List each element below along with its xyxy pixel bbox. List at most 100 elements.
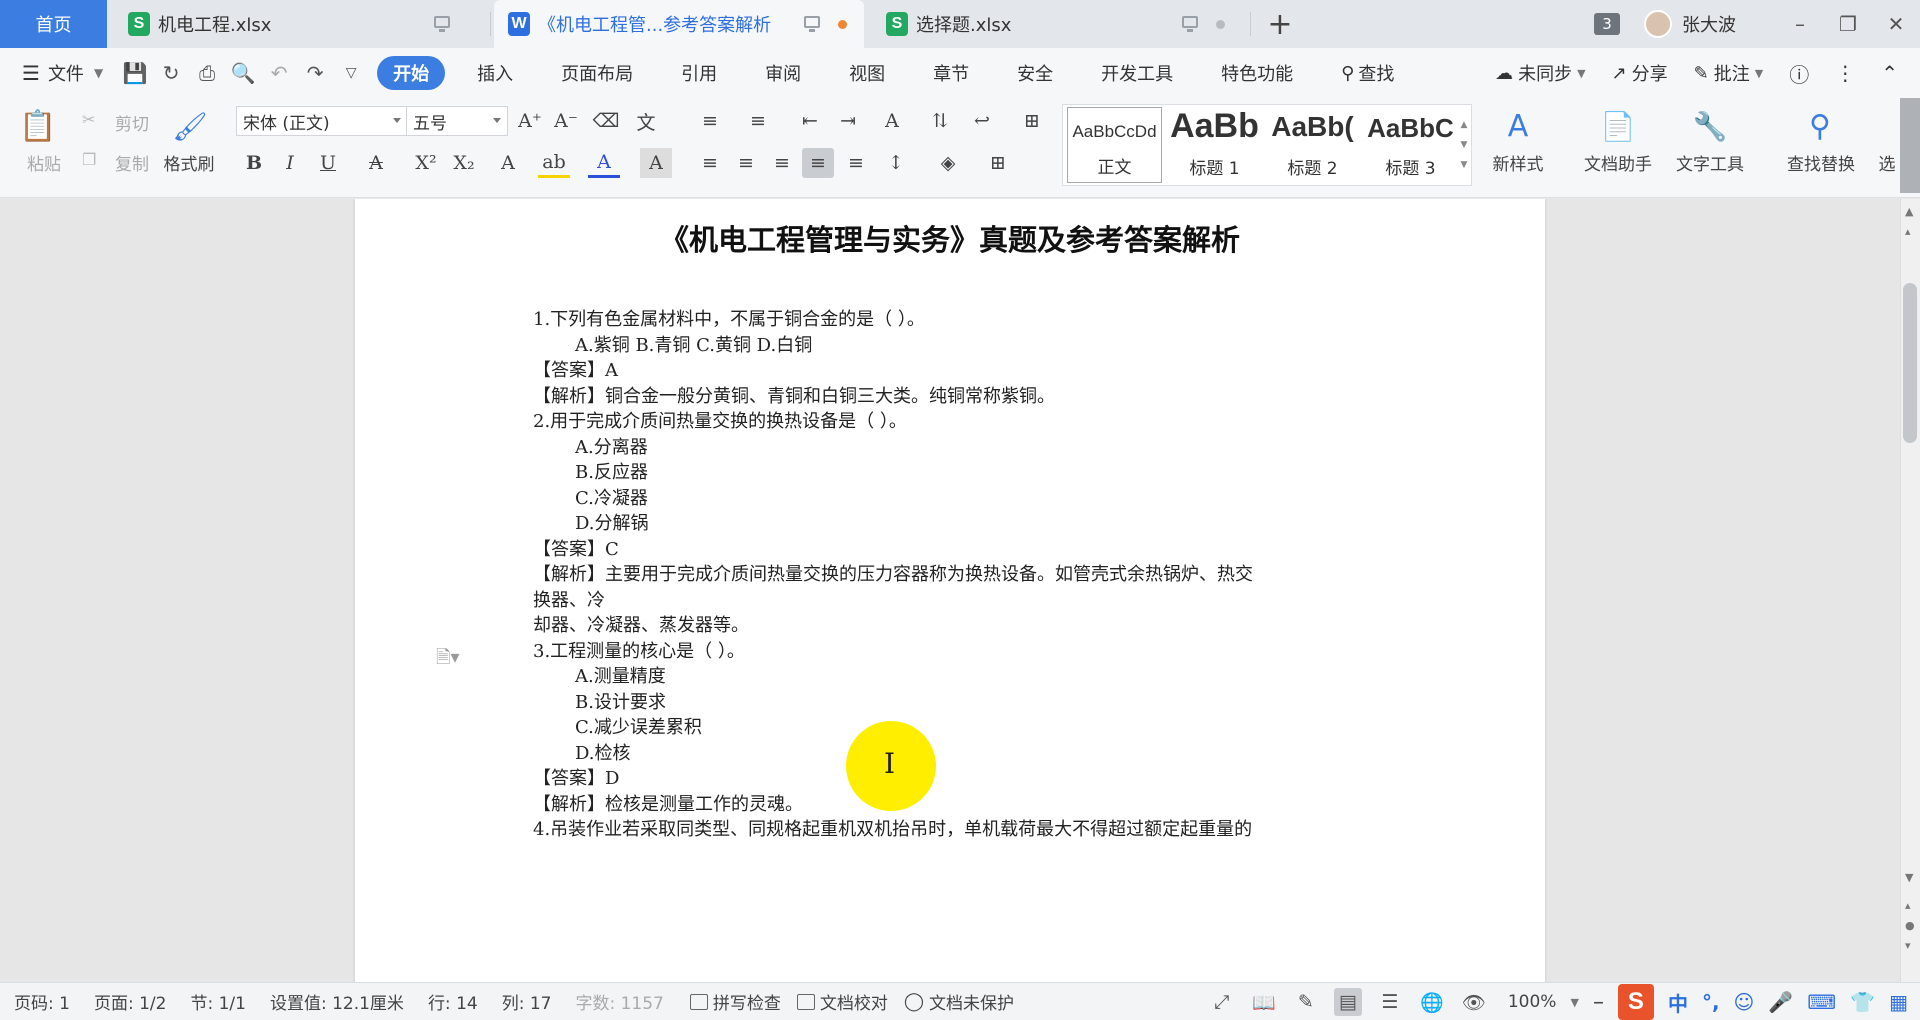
subscript-icon[interactable]: X₂ <box>448 148 480 178</box>
prev-page-icon[interactable]: ▴ <box>1905 899 1911 912</box>
sort-icon[interactable]: ⇅ <box>924 106 956 136</box>
search-command[interactable]: ⚲ 查找 <box>1317 56 1418 90</box>
spell-check-button[interactable]: 拼写检查 <box>689 989 781 1014</box>
zoom-level[interactable]: 100% <box>1508 992 1557 1012</box>
tab-active-document[interactable]: W 《机电工程管...参考答案解析 <box>494 0 864 48</box>
align-center-icon[interactable]: ≡ <box>730 148 762 178</box>
style-heading-2[interactable]: AaBb( 标题 2 <box>1265 107 1360 183</box>
strikethrough-icon[interactable]: A <box>360 148 392 178</box>
paste-label[interactable]: 粘贴 <box>14 150 74 175</box>
monitor-icon[interactable] <box>804 16 820 32</box>
share-button[interactable]: ↗ 分享 <box>1612 60 1668 86</box>
phonetic-icon[interactable]: 文 <box>630 106 662 136</box>
font-size-select[interactable]: 五号 <box>406 106 508 136</box>
page-count[interactable]: 页面: 1/2 <box>94 989 167 1014</box>
line-spacing-icon[interactable]: ↕ <box>880 148 912 178</box>
comment-button[interactable]: ✎ 批注 ▼ <box>1694 60 1764 86</box>
copy-label[interactable]: 复制 <box>108 150 156 175</box>
monitor-icon[interactable] <box>434 16 450 32</box>
toolbox-icon[interactable]: ▦ <box>1889 990 1908 1014</box>
read-mode-icon[interactable]: 📖 <box>1250 988 1278 1016</box>
align-right-icon[interactable]: ≡ <box>766 148 798 178</box>
avatar[interactable] <box>1644 10 1672 38</box>
scroll-down-icon[interactable]: ▼ <box>1905 871 1913 884</box>
help-icon[interactable]: ⓘ <box>1789 59 1809 88</box>
ime-emoji-icon[interactable]: ☺ <box>1734 990 1755 1014</box>
close-dot-icon[interactable] <box>1216 20 1225 29</box>
new-style-label[interactable]: 新样式 <box>1480 150 1556 175</box>
text-tools-label[interactable]: 文字工具 <box>1666 150 1754 175</box>
tab-xlsx-jidian[interactable]: S 机电工程.xlsx <box>110 0 490 48</box>
scissors-icon[interactable]: ✂ <box>82 110 95 129</box>
menu-start[interactable]: 开始 <box>377 56 446 90</box>
select-browse-icon[interactable]: ● <box>1905 919 1915 932</box>
menu-insert[interactable]: 插入 <box>453 56 537 90</box>
numbered-list-icon[interactable]: ≡ <box>742 106 774 136</box>
format-painter-icon[interactable]: 🖌 <box>172 106 208 146</box>
skin-icon[interactable]: 👕 <box>1850 990 1875 1014</box>
distributed-icon[interactable]: ≡ <box>840 148 872 178</box>
menu-review[interactable]: 审阅 <box>741 56 825 90</box>
clear-format-icon[interactable]: ⌫ <box>590 106 622 136</box>
close-icon[interactable]: ✕ <box>1872 0 1920 48</box>
increase-indent-icon[interactable]: ⇥ <box>832 106 864 136</box>
tab-home[interactable]: 首页 <box>0 0 107 48</box>
undo-icon[interactable]: ↶ <box>264 58 294 88</box>
bullet-list-icon[interactable]: ≡ <box>694 106 726 136</box>
cut-label[interactable]: 剪切 <box>108 110 156 135</box>
gallery-scroll-icon[interactable]: ▲ ▼ ▼ <box>1457 107 1471 183</box>
menu-view[interactable]: 视图 <box>825 56 909 90</box>
copy-icon[interactable]: ❐ <box>82 150 96 169</box>
zoom-chevron-icon[interactable]: ▼ <box>1570 996 1578 1009</box>
keyboard-icon[interactable]: ⌨ <box>1807 990 1836 1014</box>
protect-button[interactable]: ◯ 文档未保护 <box>904 989 1014 1014</box>
format-painter-label[interactable]: 格式刷 <box>158 150 220 175</box>
new-tab-plus-icon[interactable]: + <box>1262 6 1298 42</box>
paste-icon[interactable]: 📋 <box>18 106 58 146</box>
page-number[interactable]: 页码: 1 <box>14 989 70 1014</box>
style-heading-1[interactable]: AaBb 标题 1 <box>1167 107 1262 183</box>
row-info[interactable]: 行: 14 <box>428 989 478 1014</box>
fullscreen-icon[interactable]: ⤢ <box>1208 988 1236 1016</box>
ime-chinese-icon[interactable]: 中 <box>1668 988 1688 1017</box>
style-normal[interactable]: AaBbCcDd 正文 <box>1067 107 1162 183</box>
shading-icon[interactable]: ◈ <box>932 148 964 178</box>
justify-icon[interactable]: ≡ <box>802 148 834 178</box>
save-icon[interactable]: 💾 <box>120 58 150 88</box>
italic-icon[interactable]: I <box>274 148 306 178</box>
wrench-icon[interactable]: 🔧 <box>1692 106 1728 146</box>
monitor-icon[interactable] <box>1182 16 1198 32</box>
grow-font-icon[interactable]: A⁺ <box>514 106 546 136</box>
scroll-thumb[interactable] <box>1903 283 1917 443</box>
zoom-out-icon[interactable]: – <box>1593 990 1604 1015</box>
collapse-ribbon-icon[interactable]: ⌃ <box>1881 61 1898 85</box>
font-name-select[interactable]: 宋体 (正文) <box>236 106 408 136</box>
menu-chapter[interactable]: 章节 <box>909 56 993 90</box>
print-preview-icon[interactable]: 🔍 <box>228 58 258 88</box>
superscript-icon[interactable]: X² <box>410 148 442 178</box>
text-effect-icon[interactable]: A <box>492 148 524 178</box>
more-icon[interactable]: ⋮ <box>1835 61 1855 85</box>
style-heading-3[interactable]: AaBbC 标题 3 <box>1363 107 1458 183</box>
font-color-icon[interactable]: A <box>588 148 620 178</box>
select-label[interactable]: 选 <box>1876 150 1898 175</box>
position-setting[interactable]: 设置值: 12.1厘米 <box>270 989 404 1014</box>
next-page-icon[interactable]: ▾ <box>1905 939 1911 952</box>
pen-icon[interactable]: ✎ <box>1292 988 1320 1016</box>
word-count[interactable]: 字数: 1157 <box>575 989 663 1014</box>
eye-protect-icon[interactable]: 👁 <box>1460 988 1488 1016</box>
paragraph-handle-icon[interactable]: 🗎▾ <box>436 645 460 675</box>
line-break-icon[interactable]: ↩ <box>966 106 998 136</box>
decrease-indent-icon[interactable]: ⇤ <box>794 106 826 136</box>
bold-icon[interactable]: B <box>238 148 270 178</box>
magnifier-icon[interactable]: ⚲ <box>1802 106 1838 146</box>
menu-page-layout[interactable]: 页面布局 <box>537 56 657 90</box>
menu-features[interactable]: 特色功能 <box>1197 56 1317 90</box>
section-info[interactable]: 节: 1/1 <box>190 989 246 1014</box>
redo-icon[interactable]: ↷ <box>300 58 330 88</box>
restore-icon[interactable]: ❐ <box>1824 0 1872 48</box>
print-icon[interactable]: ⎙ <box>192 58 222 88</box>
scroll-up-icon[interactable]: ▴ <box>1905 225 1911 238</box>
underline-icon[interactable]: U <box>312 148 344 178</box>
borders-icon[interactable]: ⊞ <box>982 148 1014 178</box>
